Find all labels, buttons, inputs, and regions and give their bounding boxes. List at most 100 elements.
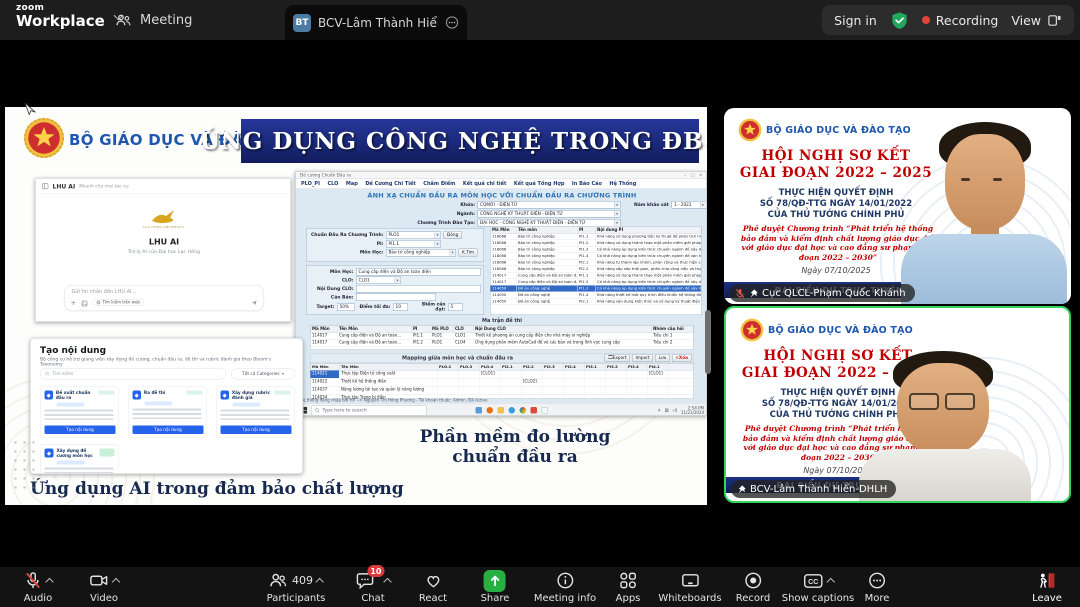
folder-app-icon[interactable]	[498, 407, 505, 414]
tab-shared-screen[interactable]: BT BCV-Lâm Thành Hiển-DHLH's scr	[285, 5, 467, 40]
more-button[interactable]: More	[865, 570, 890, 604]
lhu-bird-logo	[150, 208, 178, 225]
participant-tile-1[interactable]: BỘ GIÁO DỤC VÀ ĐÀO TẠO HỘI NGHỊ SƠ KẾT G…	[724, 108, 1071, 304]
ktim-button[interactable]: K.Tìm	[459, 249, 478, 257]
table-row[interactable]: 114017Cung cấp điện và Độ an toàn...PI1.…	[311, 340, 694, 347]
noidung-input[interactable]	[356, 285, 481, 293]
tray-chevron-icon[interactable]: ∧	[658, 408, 661, 413]
table-row[interactable]: 114050 Đồ án công nghệ PI2.1 Khả năng vậ…	[491, 299, 702, 306]
delete-button[interactable]: ✕ Xóa	[672, 354, 692, 362]
whiteboard-icon	[680, 571, 700, 590]
edge-app-icon[interactable]	[509, 407, 516, 414]
tab-meeting[interactable]: Meeting	[115, 0, 192, 40]
grid-header-cell: PI2.2	[522, 364, 543, 371]
mapping-grid[interactable]: Mã MônTên MônPLO.2PLO.3PLO.4PI2.1PI2.2PI…	[310, 363, 694, 399]
nam-select[interactable]: 1 - 2022▾	[671, 201, 706, 209]
khoa-select[interactable]: CQMỚI - ĐIỆN TỬ▾	[478, 201, 621, 209]
view-button[interactable]: View	[1011, 13, 1062, 28]
tool-card[interactable]: ◆ Xây dựng rubric đánh giá Tạo nội dung	[216, 386, 295, 438]
dropdown-arrow-icon: ▾	[435, 232, 441, 238]
sign-in-button[interactable]: Sign in	[834, 13, 877, 28]
app-menu-item[interactable]: Kết quả Tổng Hợp	[514, 181, 565, 187]
app-menu-item[interactable]: In Báo Cáo	[572, 181, 602, 187]
mail-app-icon[interactable]	[476, 407, 483, 414]
app-menu-item[interactable]: Đề Cương Chi Tiết	[365, 181, 415, 187]
export-button[interactable]: 🗔 Export	[604, 354, 630, 362]
dong-button[interactable]: Đóng	[444, 231, 462, 239]
video-button[interactable]: Video	[89, 570, 119, 604]
meeting-info-button[interactable]: Meeting info	[534, 570, 596, 604]
nganh-select[interactable]: CÔNG NGHỆ KỸ THUẬT ĐIỆN - ĐIỆN TỬ▾	[478, 210, 621, 218]
app-menu-item[interactable]: Chấm Điểm	[423, 181, 455, 187]
save-button[interactable]: Lưu	[655, 354, 670, 362]
table-row[interactable]: 114017Cung cấp điện và Độ an toàn...PI1.…	[311, 333, 694, 340]
table-row[interactable]: 114037Năng lượng tái tạo và quản lý năng…	[311, 387, 694, 395]
chrome-app-icon[interactable]	[520, 407, 527, 414]
mh2-value-box[interactable]: Cung cấp điện và Độ an toàn điện	[356, 268, 481, 276]
share-button[interactable]: Share	[481, 570, 510, 604]
participant-tile-2-active[interactable]: BỘ GIÁO DỤC VÀ ĐÀO TẠO HỘI NGHỊ SƠ KẾT G…	[724, 306, 1071, 503]
office-app-icon[interactable]	[531, 407, 538, 414]
taskbar-app-icons[interactable]	[476, 407, 549, 414]
pi-select[interactable]: PI1.1▾	[386, 240, 441, 248]
system-tray[interactable]: ∧ ▥ ◁) 2:54 PM 11/21/2024	[658, 406, 704, 415]
sidebar-toggle-icon[interactable]	[42, 183, 49, 190]
send-icon[interactable]	[251, 300, 258, 307]
react-button[interactable]: React	[419, 570, 447, 604]
chat-options-caret[interactable]	[383, 578, 391, 586]
lhu-message-input[interactable]: Gửi tin nhắn đến LHU AI... + Tìm kiếm tr…	[64, 285, 264, 311]
pinned-app-icon[interactable]	[542, 407, 549, 414]
import-button[interactable]: Import	[632, 354, 653, 362]
diemcandat-input[interactable]: 5	[448, 303, 463, 311]
video-options-caret[interactable]	[112, 578, 120, 586]
participants-options-caret[interactable]	[316, 578, 324, 586]
tab-options-icon[interactable]	[445, 14, 459, 31]
zoom-workplace-logo[interactable]: zoom Workplace	[16, 4, 122, 30]
plo-select[interactable]: PLO1▾	[386, 231, 441, 239]
lhu-app-tagline[interactable]: Nhanh cho mọi tác vụ	[79, 184, 128, 189]
tool-search-input[interactable]: Tìm kiếm	[40, 368, 226, 380]
app-menu-item[interactable]: Kết quả chi tiết	[463, 181, 507, 187]
record-button[interactable]: Record	[736, 570, 771, 604]
audio-options-caret[interactable]	[45, 578, 53, 586]
apps-icon	[619, 571, 638, 590]
image-icon[interactable]	[82, 301, 88, 307]
matrix-table[interactable]: Mã MônTên MônPIMã PLOCLONội Dung CLONhóm…	[310, 325, 694, 350]
tool-card[interactable]: ◆ Ra đề thi Tạo nội dung	[128, 386, 207, 438]
gallery-scrollbar[interactable]	[705, 310, 711, 374]
security-shield-icon[interactable]	[890, 11, 909, 30]
canban-input[interactable]	[356, 294, 436, 302]
monhoc-select[interactable]: Bảo trì công nghiệp▾	[386, 249, 456, 257]
clo-select[interactable]: CLO1▾	[356, 277, 401, 285]
table-row[interactable]: 114021Thực tập Điện tử công suất[CLO1][C…	[311, 371, 694, 379]
firefox-app-icon[interactable]	[487, 407, 494, 414]
category-filter-select[interactable]: Tất cả Categories▾	[231, 368, 295, 380]
apps-button[interactable]: Apps	[616, 570, 641, 604]
app-menu-item[interactable]: PLO_PI	[301, 181, 320, 187]
tool-card[interactable]: ◆ Xây dựng đề cương môn học	[40, 444, 119, 474]
tool-card[interactable]: ◆ Đề xuất chuẩn đầu ra Tạo nội dung	[40, 386, 119, 438]
whiteboards-button[interactable]: Whiteboards	[658, 570, 721, 604]
participants-button[interactable]: 409 Participants	[267, 570, 326, 604]
pi-grid[interactable]: Mã MônTên mônPINội dung PI 118068 Bảo tr…	[490, 226, 702, 315]
window-controls-icons[interactable]: – ▢ ✕	[684, 173, 704, 178]
record-label: Record	[736, 593, 771, 604]
web-search-button[interactable]: Tìm kiếm trên web	[93, 299, 144, 306]
card-create-button[interactable]: Tạo nội dung	[133, 426, 204, 435]
leave-button[interactable]: Leave	[1032, 570, 1062, 604]
attach-plus-icon[interactable]: +	[71, 300, 76, 308]
chat-button[interactable]: 10 Chat	[356, 570, 391, 604]
app-menu-item[interactable]: Map	[346, 181, 358, 187]
taskbar-search[interactable]: Type here to search	[312, 405, 427, 415]
table-row[interactable]: 114022Thiết kế hệ thống điện[CLO2]	[311, 379, 694, 387]
captions-options-caret[interactable]	[826, 578, 834, 586]
target-input[interactable]: 50%	[337, 303, 355, 311]
diemtoida-input[interactable]: 10	[393, 303, 408, 311]
taskbar-clock[interactable]: 2:54 PM 11/21/2024	[681, 406, 704, 415]
captions-button[interactable]: CC Show captions	[782, 570, 855, 604]
audio-button[interactable]: Audio	[24, 570, 53, 604]
card-create-button[interactable]: Tạo nội dung	[45, 426, 116, 435]
app-menu-item[interactable]: CLO	[327, 181, 338, 187]
app-menu-item[interactable]: Hệ Thống	[609, 181, 636, 187]
card-create-button[interactable]: Tạo nội dung	[221, 426, 292, 435]
